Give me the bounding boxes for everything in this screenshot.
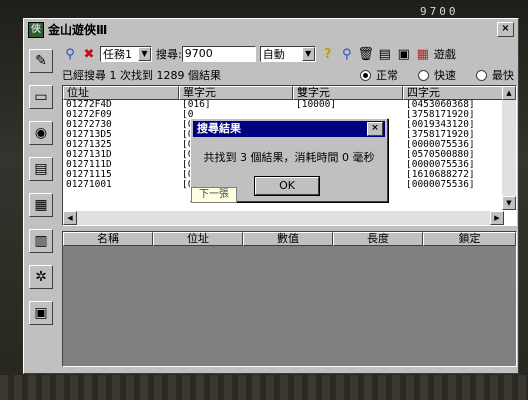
sidebar: ✎ ▭ ◉ ▤ ▦ ▥ ✲ ▣ — [27, 43, 57, 369]
radio-fastest[interactable]: 最快 — [476, 67, 514, 83]
help-icon[interactable]: ? — [320, 46, 336, 62]
lock-table-header: 名稱 位址 數值 長度 鎖定 — [63, 232, 516, 246]
search-label: 搜尋: — [156, 48, 182, 61]
radio-fast-label: 快速 — [434, 69, 456, 82]
cell: 0127111D — [66, 160, 112, 170]
mode-select-value: 自動 — [262, 48, 285, 61]
column-header[interactable]: 鎖定 — [423, 232, 516, 246]
results-header: 位址 單字元 雙字元 四字元 — [63, 86, 516, 100]
games-button-label[interactable]: 遊戲 — [434, 46, 456, 62]
dialog-title-bar[interactable]: 搜尋結果 × — [193, 121, 385, 137]
task-select-value: 任務1 — [103, 48, 132, 61]
toolbar: ⚲ ✖ 任務1 ▼ 搜尋: 9700 自動 ▼ ? ⚲ 🗑 ▤ ▣ ▦ 遊戲 — [62, 43, 514, 65]
cell: 01271001 — [66, 180, 112, 190]
vertical-scrollbar[interactable]: ▲ ▼ — [502, 86, 516, 210]
window-close-button[interactable]: × — [497, 22, 514, 37]
cell: [0000075536] — [406, 140, 475, 150]
sidebar-search-icon[interactable]: ✎ — [29, 49, 53, 73]
radio-normal[interactable]: 正常 — [360, 67, 398, 83]
dialog-title: 搜尋結果 — [197, 122, 241, 135]
sidebar-monitor-icon[interactable]: ▭ — [29, 85, 53, 109]
game-floor — [0, 375, 528, 400]
status-bar: 已經搜尋 1 次找到 1289 個結果 正常 快速 最快 — [62, 67, 514, 83]
cell: 012713D5 — [66, 130, 112, 140]
window-title: 金山遊俠Ⅲ — [48, 23, 108, 37]
dialog-message: 共找到 3 個結果，消耗時間 0 毫秒 — [203, 151, 375, 164]
search-summary: 已經搜尋 1 次找到 1289 個結果 — [62, 69, 221, 82]
new-search-icon[interactable]: ⚲ — [62, 46, 78, 62]
column-header[interactable]: 長度 — [333, 232, 423, 246]
cell: [0453060368] — [406, 100, 475, 110]
sidebar-globe-icon[interactable]: ◉ — [29, 121, 53, 145]
column-header[interactable]: 單字元 — [179, 86, 293, 100]
sidebar-window-icon[interactable]: ▣ — [29, 301, 53, 325]
table-row[interactable]: 01272F4D [016] [10000] [0453060368] — [63, 100, 516, 110]
save-icon[interactable]: ▤ — [377, 46, 393, 62]
cell: [3758171920] — [406, 130, 475, 140]
cell: [0570500880] — [406, 150, 475, 160]
dialog-close-button[interactable]: × — [367, 122, 383, 136]
radio-dot — [360, 69, 371, 81]
games-icon[interactable]: ▦ — [415, 46, 431, 62]
cell: [016] — [182, 100, 211, 110]
sidebar-book-icon[interactable]: ▥ — [29, 229, 53, 253]
radio-fast[interactable]: 快速 — [418, 67, 456, 83]
cell: [0019343120] — [406, 120, 475, 130]
chevron-down-icon[interactable]: ▼ — [301, 47, 315, 61]
scroll-left-icon[interactable]: ◀ — [63, 211, 77, 225]
game-score: 9700 — [420, 5, 459, 18]
cell: [10000] — [296, 100, 337, 110]
cell: [1610688272] — [406, 170, 475, 180]
task-select[interactable]: 任務1 ▼ — [100, 46, 152, 62]
cell: 01272F4D — [66, 100, 112, 110]
cell: 01272F09 — [66, 110, 112, 120]
cell: 01271325 — [66, 140, 112, 150]
cell: 0127131D — [66, 150, 112, 160]
scroll-down-icon[interactable]: ▼ — [502, 196, 516, 210]
scroll-right-icon[interactable]: ▶ — [490, 211, 504, 225]
column-header[interactable]: 位址 — [153, 232, 243, 246]
sidebar-notepad-icon[interactable]: ▤ — [29, 157, 53, 181]
scroll-up-icon[interactable]: ▲ — [502, 86, 516, 100]
search-input[interactable]: 9700 — [181, 46, 256, 62]
sidebar-gears-icon[interactable]: ✲ — [29, 265, 53, 289]
cell: 01271115 — [66, 170, 112, 180]
find-icon[interactable]: ⚲ — [339, 46, 355, 62]
column-header[interactable]: 名稱 — [63, 232, 153, 246]
column-header[interactable]: 四字元 — [403, 86, 504, 100]
chevron-down-icon[interactable]: ▼ — [138, 47, 151, 61]
cancel-icon[interactable]: ✖ — [81, 46, 97, 62]
radio-dot — [418, 69, 429, 81]
tooltip: 下一張 — [191, 187, 237, 203]
cell: [3758171920] — [406, 110, 475, 120]
radio-normal-label: 正常 — [376, 69, 398, 82]
column-header[interactable]: 雙字元 — [293, 86, 403, 100]
cell: [0000075536] — [406, 160, 475, 170]
trash-icon[interactable]: 🗑 — [357, 46, 374, 62]
ok-button[interactable]: OK — [254, 176, 320, 196]
radio-dot — [476, 69, 487, 81]
cell: 01272730 — [66, 120, 112, 130]
title-bar[interactable]: 俠 金山遊俠Ⅲ × — [26, 21, 516, 38]
lock-table[interactable]: 名稱 位址 數值 長度 鎖定 — [62, 231, 517, 367]
column-header[interactable]: 位址 — [63, 86, 179, 100]
mode-select[interactable]: 自動 ▼ — [259, 46, 316, 62]
cell: [0000075536] — [406, 180, 475, 190]
export-icon[interactable]: ▣ — [396, 46, 412, 62]
sidebar-calculator-icon[interactable]: ▦ — [29, 193, 53, 217]
radio-fastest-label: 最快 — [492, 69, 514, 82]
app-icon: 俠 — [28, 21, 44, 38]
horizontal-scrollbar[interactable]: ◀ ▶ — [63, 211, 504, 225]
column-header[interactable]: 數值 — [243, 232, 333, 246]
